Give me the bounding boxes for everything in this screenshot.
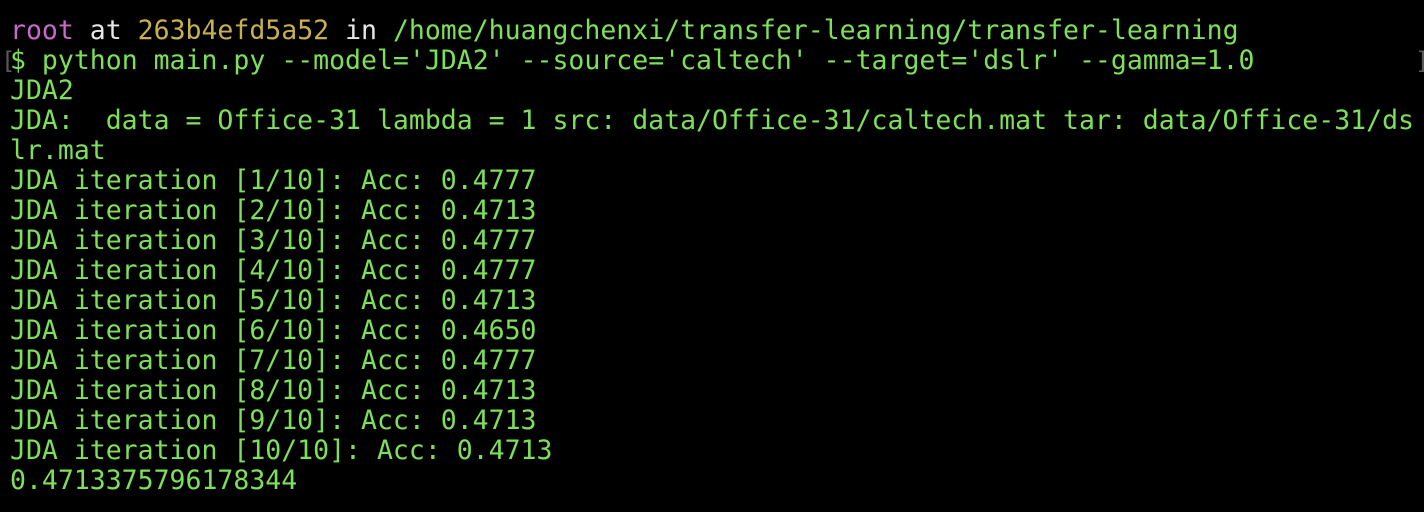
prompt-bracket-right: ] xyxy=(1415,46,1424,76)
output-line-iteration-6: JDA iteration [6/10]: Acc: 0.4650 xyxy=(10,315,537,346)
command-text: python main.py --model='JDA2' --source='… xyxy=(25,45,1255,76)
terminal-window[interactable]: root at 263b4efd5a52 in /home/huangchenx… xyxy=(0,0,1424,512)
output-line-iteration-10: JDA iteration [10/10]: Acc: 0.4713 xyxy=(10,435,553,466)
prompt-user: root xyxy=(10,15,74,46)
prompt-host: 263b4efd5a52 xyxy=(137,15,330,46)
output-line-iteration-1: JDA iteration [1/10]: Acc: 0.4777 xyxy=(10,165,537,196)
output-line-config-wrap: lr.mat xyxy=(10,135,106,166)
output-line-iteration-2: JDA iteration [2/10]: Acc: 0.4713 xyxy=(10,195,537,226)
output-line-iteration-8: JDA iteration [8/10]: Acc: 0.4713 xyxy=(10,375,537,406)
output-line-iteration-3: JDA iteration [3/10]: Acc: 0.4777 xyxy=(10,225,537,256)
prompt-info-line: root at 263b4efd5a52 in /home/huangchenx… xyxy=(0,16,1424,46)
output-line-config: JDA: data = Office-31 lambda = 1 src: da… xyxy=(10,105,1414,136)
prompt-at: at xyxy=(73,15,138,46)
output-line-iteration-9: JDA iteration [9/10]: Acc: 0.4713 xyxy=(10,405,537,436)
prompt-bracket-left: [ xyxy=(1,47,16,75)
command-line[interactable]: [$ python main.py --model='JDA2' --sourc… xyxy=(0,46,1424,76)
prompt-in: in xyxy=(329,15,393,46)
output-line-iteration-4: JDA iteration [4/10]: Acc: 0.4777 xyxy=(10,255,537,286)
output-line-iteration-7: JDA iteration [7/10]: Acc: 0.4777 xyxy=(10,345,537,376)
output-line-model: JDA2 xyxy=(10,75,74,106)
prompt-path: /home/huangchenxi/transfer-learning/tran… xyxy=(392,15,1239,46)
output-line-final-accuracy: 0.4713375796178344 xyxy=(10,465,298,496)
output-line-iteration-5: JDA iteration [5/10]: Acc: 0.4713 xyxy=(10,285,537,316)
